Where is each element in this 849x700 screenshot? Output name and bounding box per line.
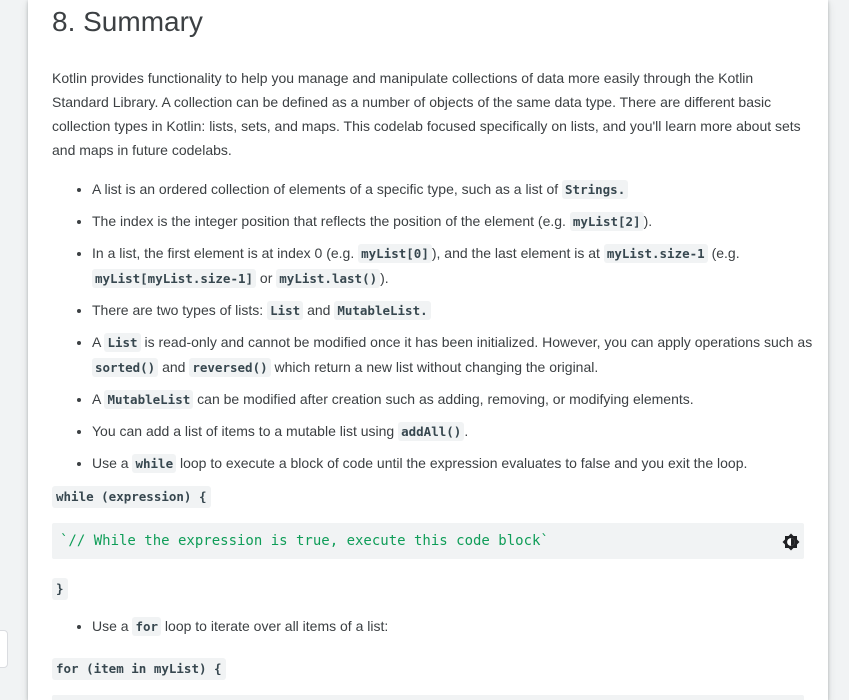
- inline-code: myList.size-1: [603, 244, 708, 263]
- summary-list: A list is an ordered collection of eleme…: [52, 177, 828, 483]
- codelab-step-card: 8. Summary Kotlin provides functionality…: [28, 0, 828, 700]
- list-item: The index is the integer position that r…: [92, 209, 828, 234]
- inline-code: myList[myList.size-1]: [92, 269, 257, 288]
- inline-code: MutableList.: [334, 301, 431, 320]
- inline-code: sorted(): [92, 358, 159, 377]
- summary-list-continued: Use a for loop to iterate over all items…: [52, 614, 828, 639]
- code-while-open: while (expression) {: [52, 486, 211, 508]
- list-item: A MutableList can be modified after crea…: [92, 387, 828, 412]
- list-item: In a list, the first element is at index…: [92, 241, 828, 291]
- list-item: A list is an ordered collection of eleme…: [92, 177, 828, 202]
- list-item: There are two types of lists: List and M…: [92, 298, 828, 323]
- code-for-open: for (item in myList) {: [52, 658, 226, 680]
- inline-code: while: [132, 454, 177, 473]
- inline-code: myList.last(): [276, 269, 381, 288]
- brightness-contrast-icon[interactable]: [782, 533, 800, 551]
- inline-code: MutableList: [104, 390, 194, 409]
- side-panel-tab[interactable]: [0, 630, 8, 668]
- intro-paragraph: Kotlin provides functionality to help yo…: [52, 70, 801, 158]
- inline-code: Strings.: [562, 180, 629, 199]
- list-item: Use a while loop to execute a block of c…: [92, 451, 828, 476]
- code-comment: `// While the expression is true, execut…: [60, 533, 549, 549]
- code-block-partial: [52, 695, 804, 700]
- page-title: 8. Summary: [52, 6, 203, 37]
- list-item: A List is read-only and cannot be modifi…: [92, 330, 828, 380]
- code-block: `// While the expression is true, execut…: [52, 523, 804, 559]
- list-item: Use a for loop to iterate over all items…: [92, 614, 828, 639]
- inline-code: myList[2]: [569, 212, 644, 231]
- inline-code: reversed(): [189, 358, 271, 377]
- inline-code: myList[0]: [358, 244, 432, 263]
- list-item: You can add a list of items to a mutable…: [92, 419, 828, 444]
- inline-code: for: [132, 617, 162, 636]
- inline-code: addAll(): [398, 422, 465, 441]
- code-while-close: }: [52, 578, 68, 600]
- inline-code: List: [104, 333, 141, 352]
- inline-code: List: [267, 301, 304, 320]
